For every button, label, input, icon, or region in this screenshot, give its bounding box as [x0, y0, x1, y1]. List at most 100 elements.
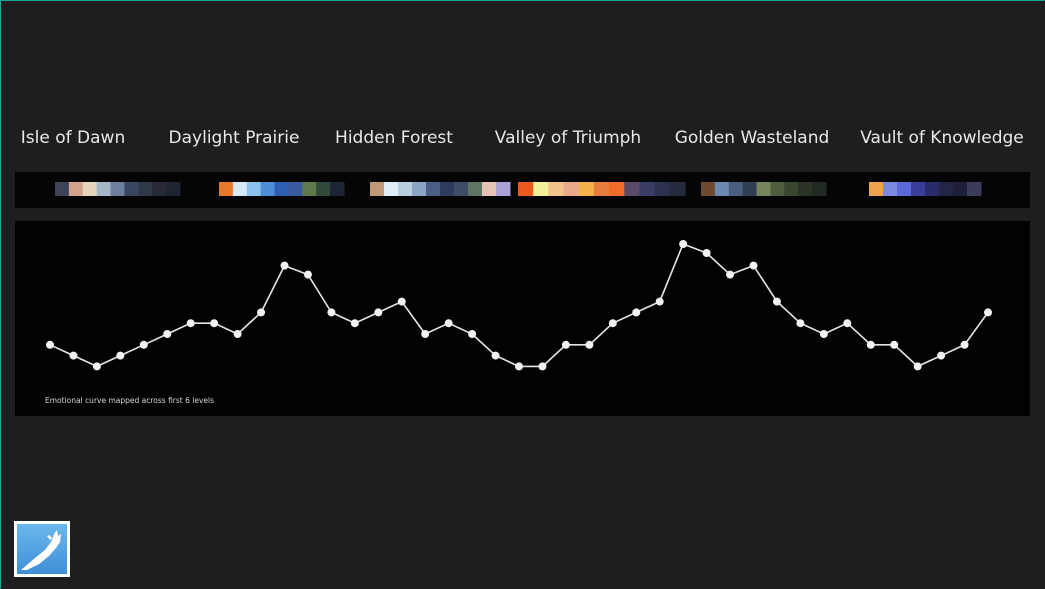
level-title: Vault of Knowledge — [860, 128, 1024, 148]
palette-swatch — [138, 182, 153, 196]
data-point — [46, 340, 54, 349]
palette-swatch — [110, 182, 125, 196]
level-title: Daylight Prairie — [168, 128, 300, 148]
palette-swatch — [714, 182, 730, 196]
palette-swatch — [939, 182, 954, 196]
palette-swatch — [124, 182, 139, 196]
emotional-curve-plot — [46, 240, 992, 371]
data-point — [960, 340, 969, 349]
data-point — [374, 308, 383, 317]
palette-swatch — [398, 182, 413, 196]
palette-swatch — [654, 182, 671, 196]
level-title: Isle of Dawn — [20, 128, 126, 148]
data-point — [350, 319, 359, 328]
palette-swatch — [152, 182, 167, 196]
palette-swatch — [624, 182, 640, 196]
palette-swatch — [925, 182, 940, 196]
palette-swatch — [370, 182, 385, 196]
palette-swatch — [232, 182, 248, 196]
data-point — [772, 297, 781, 306]
color-palette-band — [15, 172, 1030, 208]
data-point — [515, 362, 523, 371]
palette-2 — [219, 182, 345, 196]
data-point — [608, 319, 617, 328]
data-point — [843, 319, 852, 328]
level-title: Valley of Triumph — [494, 128, 642, 148]
palette-swatch — [482, 182, 497, 196]
data-point — [92, 362, 101, 371]
palette-swatch — [166, 182, 181, 196]
data-point — [538, 362, 547, 371]
data-point — [116, 351, 125, 360]
palette-swatch — [82, 182, 98, 196]
palette-swatch — [316, 182, 331, 196]
color-palettes — [55, 182, 982, 196]
presenter-logo — [14, 521, 70, 577]
emotional-curve-chart — [15, 221, 1030, 416]
palette-swatch — [701, 182, 716, 196]
palette-swatch — [784, 182, 799, 196]
palette-swatch — [412, 182, 427, 196]
level-title: Hidden Forest — [335, 128, 453, 148]
palette-swatch — [897, 182, 912, 196]
data-point — [186, 319, 195, 328]
palette-swatch — [468, 182, 483, 196]
data-point — [69, 351, 78, 360]
palette-swatch — [883, 182, 898, 196]
data-point — [491, 351, 500, 360]
data-point — [655, 297, 664, 306]
data-point — [421, 330, 430, 338]
data-point — [984, 308, 992, 317]
palette-swatch — [593, 182, 610, 196]
palette-6 — [869, 182, 982, 196]
palette-swatch — [330, 182, 345, 196]
data-point — [866, 340, 875, 349]
palette-swatch — [669, 182, 686, 196]
data-point — [702, 249, 711, 257]
palette-swatch — [246, 182, 262, 196]
data-point — [233, 330, 242, 338]
data-point — [726, 270, 735, 279]
palette-swatch — [440, 182, 455, 196]
data-point — [679, 240, 688, 248]
data-point — [303, 270, 312, 279]
palette-5 — [701, 182, 827, 196]
palette-swatch — [756, 182, 771, 196]
palette-swatch — [563, 182, 580, 196]
palette-swatch — [953, 182, 968, 196]
palette-swatch — [518, 182, 534, 196]
data-point — [632, 308, 641, 317]
palette-swatch — [639, 182, 656, 196]
palette-1 — [55, 182, 181, 196]
palette-swatch — [533, 182, 549, 196]
series-line — [49, 242, 989, 368]
palette-swatch — [68, 182, 84, 196]
data-point — [210, 319, 219, 328]
palette-swatch — [274, 182, 289, 196]
data-point — [796, 319, 805, 328]
data-point — [139, 340, 148, 349]
data-point — [890, 340, 899, 349]
palette-swatch — [55, 182, 70, 196]
data-point — [749, 261, 758, 270]
data-point — [937, 351, 946, 360]
palette-swatch — [728, 182, 744, 196]
palette-swatch — [578, 182, 595, 196]
data-point — [585, 340, 594, 349]
palette-swatch — [496, 182, 511, 196]
data-point — [163, 330, 172, 338]
palette-swatch — [219, 182, 234, 196]
palette-3 — [370, 182, 511, 196]
palette-swatch — [96, 182, 112, 196]
data-point — [913, 362, 922, 371]
data-point — [327, 308, 336, 317]
palette-swatch — [770, 182, 785, 196]
palette-swatch — [798, 182, 813, 196]
palette-swatch — [454, 182, 469, 196]
data-point — [561, 340, 570, 349]
data-point — [397, 297, 406, 306]
palette-swatch — [609, 182, 625, 196]
palette-swatch — [302, 182, 317, 196]
palette-4 — [518, 182, 686, 196]
palette-swatch — [384, 182, 399, 196]
